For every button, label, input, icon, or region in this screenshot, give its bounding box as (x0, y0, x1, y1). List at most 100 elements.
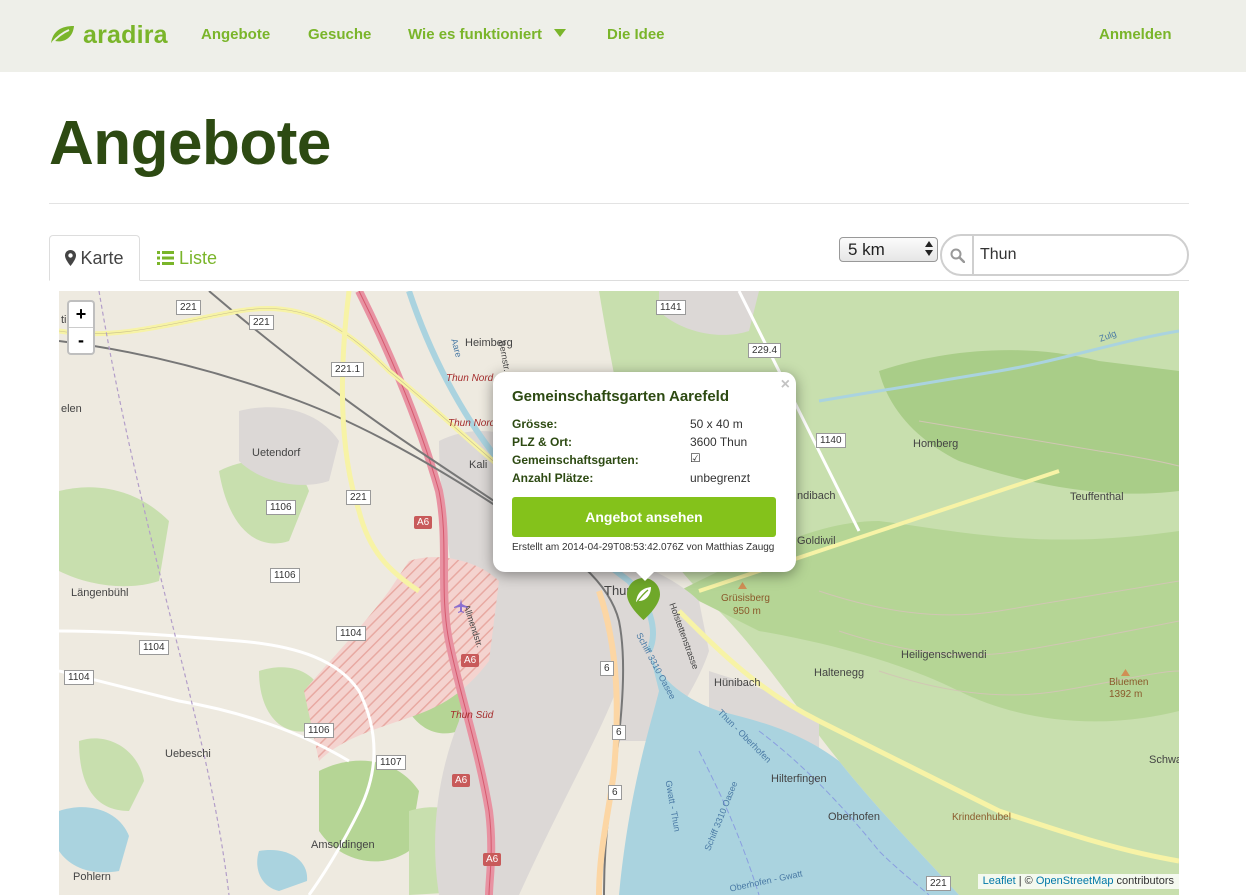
road-number: 1104 (139, 640, 169, 655)
map-marker-icon (65, 250, 77, 266)
map-label: Haltenegg (814, 667, 865, 679)
popup-row-label: Gemeinschaftsgarten: (512, 453, 639, 467)
popup-tip (635, 571, 655, 581)
road-number: 1140 (816, 433, 846, 448)
map-label: Kali (469, 459, 488, 471)
road-number: 1106 (266, 500, 296, 515)
search-addon[interactable] (942, 236, 974, 274)
brand-name: aradira (83, 20, 168, 49)
map-attribution: Leaflet | © OpenStreetMap contributors (977, 874, 1179, 889)
motorway-number: A6 (414, 516, 433, 529)
map-label: Uetendorf (252, 447, 301, 459)
tab-karte-label: Karte (80, 247, 124, 268)
nav-wie-es-funktioniert-label: Wie es funktioniert (408, 26, 543, 43)
road-number: 221 (249, 315, 274, 330)
road-number: 221 (926, 876, 951, 891)
peak-icon (1121, 669, 1130, 676)
page-title: Angebote (49, 109, 331, 178)
tab-liste-label: Liste (179, 247, 218, 268)
map-label: 1392 m (1109, 689, 1143, 700)
road-number: 6 (608, 785, 622, 800)
title-divider (49, 203, 1189, 204)
exit-label: Thun Süd (450, 710, 494, 721)
motorway-number: A6 (483, 853, 502, 866)
popup-row-label: PLZ & Ort: (512, 435, 572, 449)
nav-angebote[interactable]: Angebote (201, 26, 270, 43)
leaflet-link[interactable]: Leaflet (983, 875, 1016, 887)
exit-label: Thun Nord (446, 373, 494, 384)
search-icon (950, 248, 965, 263)
nav-die-idee[interactable]: Die Idee (607, 26, 665, 43)
map-label: Teuffenthal (1070, 491, 1124, 503)
popup-row-label: Anzahl Plätze: (512, 471, 594, 485)
road-number: 1106 (304, 723, 334, 738)
tab-bar-border (49, 280, 1189, 281)
map-label: Uebeschi (165, 748, 211, 760)
map-label: elen (61, 403, 82, 415)
popup-meta: Erstellt am 2014-04-29T08:53:42.076Z von… (512, 542, 775, 553)
road-number: 1107 (376, 755, 406, 770)
peak-icon (738, 582, 747, 589)
caret-down-icon (554, 29, 567, 37)
brand-logo[interactable]: aradira (49, 20, 168, 50)
map-label: Homberg (913, 438, 959, 450)
map-label: Krindenhubel (952, 812, 1011, 823)
attribution-suffix: contributors (1113, 875, 1174, 887)
close-icon[interactable]: × (781, 376, 790, 394)
map-label: Schwa (1149, 754, 1179, 766)
zoom-control: + - (67, 300, 95, 355)
road-number: 221 (346, 490, 371, 505)
map-label: Goldiwil (797, 535, 836, 547)
map-label: Amsoldingen (311, 839, 375, 851)
osm-link[interactable]: OpenStreetMap (1036, 875, 1114, 887)
popup-row-label: Grösse: (512, 417, 558, 431)
road-number: 6 (612, 725, 626, 740)
nav-gesuche[interactable]: Gesuche (308, 26, 371, 43)
location-search-input[interactable] (974, 236, 1187, 274)
exit-label: Thun Nord (448, 418, 496, 429)
select-arrows-icon (925, 241, 933, 256)
popup-row-value: 50 x 40 m (690, 417, 743, 431)
nav-anmelden[interactable]: Anmelden (1099, 26, 1172, 43)
road-number: 221 (176, 300, 201, 315)
popup-row-value: 3600 Thun (690, 435, 748, 449)
map-label: Hünibach (714, 677, 761, 689)
leaf-icon (51, 26, 74, 44)
motorway-number: A6 (461, 654, 480, 667)
map-label: Grüsisberg (721, 593, 770, 604)
navbar: aradira Angebote Gesuche Wie es funktion… (0, 0, 1246, 72)
popup-title: Gemeinschaftsgarten Aarefeld (512, 388, 730, 405)
road-number: 1106 (270, 568, 300, 583)
road-number: 221.1 (331, 362, 365, 377)
nav-wie-es-funktioniert[interactable]: Wie es funktioniert (408, 26, 567, 43)
popup-row-value: unbegrenzt (690, 471, 751, 485)
view-offer-button[interactable]: Angebot ansehen (512, 497, 776, 537)
tab-karte[interactable]: Karte (49, 235, 140, 281)
airport-icon (454, 599, 468, 613)
map-label: Oberhofen (828, 811, 880, 823)
checkbox-checked-icon: ☑ (690, 451, 701, 465)
map-label: Hilterfingen (771, 773, 827, 785)
map-label: Pohlern (73, 871, 111, 883)
road-number: 1141 (656, 300, 686, 315)
road-number: 1104 (336, 626, 366, 641)
map-label: Längenbühl (71, 587, 129, 599)
radius-select-value: 5 km (848, 240, 885, 259)
map-label: 950 m (733, 606, 761, 617)
list-icon (157, 251, 174, 265)
offer-popup: × Gemeinschaftsgarten Aarefeld Grösse: 5… (493, 372, 796, 572)
attribution-separator: | © (1015, 875, 1036, 887)
road-number: 1104 (64, 670, 94, 685)
location-search (940, 234, 1189, 276)
motorway-number: A6 (452, 774, 471, 787)
map-label: Heiligenschwendi (901, 649, 987, 661)
road-number: 6 (600, 661, 614, 676)
zoom-in-button[interactable]: + (69, 302, 93, 328)
radius-select[interactable]: 5 km (839, 237, 938, 262)
map-label: Bluemen (1109, 677, 1149, 688)
map-label: ndibach (797, 490, 836, 502)
road-number: 229.4 (748, 343, 782, 358)
garden-marker-icon[interactable] (627, 578, 660, 620)
zoom-out-button[interactable]: - (69, 328, 93, 353)
tab-liste[interactable]: Liste (157, 235, 217, 281)
